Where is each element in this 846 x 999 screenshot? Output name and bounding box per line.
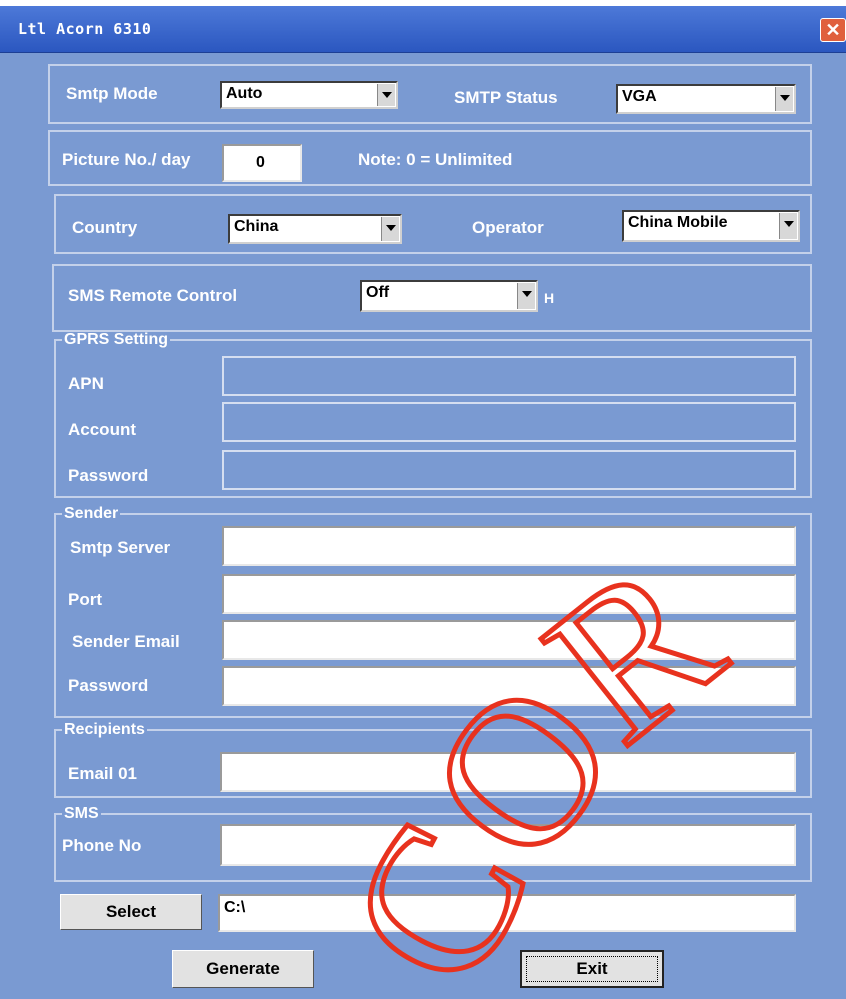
picture-panel: Picture No./ day 0 Note: 0 = Unlimited [48, 130, 812, 186]
generate-button[interactable]: Generate [172, 950, 314, 988]
sender-password-label: Password [68, 676, 149, 695]
sender-password-field[interactable] [222, 666, 796, 706]
smtp-status-value: VGA [622, 88, 657, 105]
close-icon: ✕ [825, 20, 841, 40]
sms-remote-label: SMS Remote Control [68, 286, 238, 305]
port-field[interactable] [222, 574, 796, 614]
recipient-email-field[interactable] [220, 752, 796, 792]
gprs-password-label: Password [68, 466, 149, 485]
path-field[interactable]: C:\ [218, 894, 796, 932]
smtp-mode-select[interactable]: Auto [220, 81, 398, 109]
smtp-server-field[interactable] [222, 526, 796, 566]
account-label: Account [68, 420, 136, 439]
generate-button-label: Generate [206, 959, 280, 978]
config-window: Ltl Acorn 6310 ✕ Smtp Mode Auto SMTP Sta… [0, 6, 846, 999]
sender-legend: Sender [64, 505, 119, 522]
picture-note: Note: 0 = Unlimited [358, 150, 513, 169]
exit-button[interactable]: Exit [520, 950, 664, 988]
smtp-status-label: SMTP Status [454, 88, 558, 107]
chevron-down-icon[interactable] [779, 213, 797, 239]
sms-remote-select[interactable]: Off [360, 280, 538, 312]
recipients-legend: Recipients [64, 721, 145, 738]
title-bar: Ltl Acorn 6310 ✕ [0, 6, 846, 53]
path-value: C:\ [224, 899, 246, 916]
apn-label: APN [68, 374, 104, 393]
account-field[interactable] [222, 402, 796, 442]
sms-remote-suffix: H [544, 290, 555, 306]
port-label: Port [68, 590, 102, 609]
select-button-label: Select [105, 902, 157, 921]
operator-select[interactable]: China Mobile [622, 210, 800, 242]
country-value: China [234, 218, 279, 235]
chevron-down-icon[interactable] [517, 283, 535, 309]
apn-field[interactable] [222, 356, 796, 396]
picture-count-field[interactable]: 0 [222, 144, 302, 182]
chevron-down-icon[interactable] [381, 217, 399, 241]
sms-legend: SMS [64, 805, 99, 822]
smtp-mode-value: Auto [226, 85, 263, 102]
smtp-mode-label: Smtp Mode [66, 84, 158, 103]
sender-email-label: Sender Email [72, 632, 180, 651]
close-button[interactable]: ✕ [820, 18, 846, 42]
operator-value: China Mobile [628, 214, 728, 231]
smtp-status-select[interactable]: VGA [616, 84, 796, 114]
operator-label: Operator [472, 218, 544, 237]
window-title: Ltl Acorn 6310 [18, 20, 152, 38]
gprs-legend: GPRS Setting [64, 331, 169, 348]
smtp-panel: Smtp Mode Auto SMTP Status VGA [48, 64, 812, 124]
phone-field[interactable] [220, 824, 796, 866]
sender-email-field[interactable] [222, 620, 796, 660]
region-panel: Country China Operator China Mobile [54, 194, 812, 254]
recipient-email-label: Email 01 [68, 764, 137, 783]
select-button[interactable]: Select [60, 894, 202, 930]
smtp-server-label: Smtp Server [70, 538, 171, 557]
sms-remote-value: Off [366, 284, 390, 301]
sms-remote-panel: SMS Remote Control Off H [52, 264, 812, 332]
country-select[interactable]: China [228, 214, 402, 244]
chevron-down-icon[interactable] [377, 84, 395, 106]
gprs-password-field[interactable] [222, 450, 796, 490]
picture-count-value: 0 [256, 154, 265, 171]
chevron-down-icon[interactable] [775, 87, 793, 111]
exit-focus-ring [526, 956, 658, 982]
country-label: Country [72, 218, 138, 237]
phone-label: Phone No [62, 836, 142, 855]
picture-label: Picture No./ day [62, 150, 191, 169]
